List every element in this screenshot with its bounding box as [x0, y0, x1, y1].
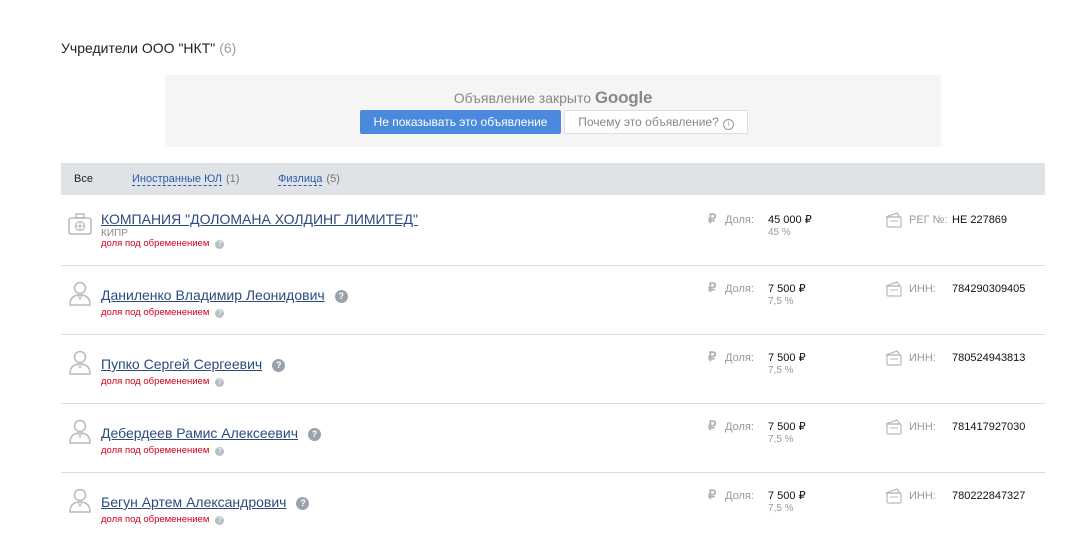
inn-label: ИНН:: [909, 283, 936, 295]
founder-name: Даниленко Владимир Леонидович: [101, 287, 325, 303]
document-icon: [885, 212, 902, 228]
founders-filter-tabs: Все Иностранные ЮЛ (1) Физлица (5): [61, 163, 1045, 195]
tab-individuals-count: (5): [326, 173, 340, 185]
help-icon[interactable]: ?: [215, 516, 225, 525]
tab-foreign-count: (1): [225, 173, 240, 185]
why-this-ad-button[interactable]: Почему это объявление? i: [564, 110, 748, 134]
share-label: Доля:: [725, 214, 754, 226]
tab-individuals-label: Физлица: [278, 173, 323, 186]
document-icon: [885, 281, 902, 297]
help-icon[interactable]: ?: [215, 240, 225, 249]
inn-label: ИНН:: [909, 421, 936, 433]
encumbrance-note: доля под обременением?: [101, 514, 225, 525]
encumbrance-note: доля под обременением?: [101, 307, 225, 318]
tab-foreign-label: Иностранные ЮЛ: [132, 173, 222, 186]
encumbrance-note: доля под обременением?: [101, 445, 225, 456]
inn-label: ИНН:: [909, 490, 936, 502]
founder-row: Бегун Артем Александрович? доля под обре…: [61, 473, 1045, 541]
share-value: 7 500 ₽: [768, 283, 806, 295]
share-value: 45 000 ₽: [768, 214, 812, 226]
share-percent: 7,5 %: [768, 296, 794, 307]
founder-name-link[interactable]: Пупко Сергей Сергеевич?: [101, 356, 286, 372]
help-icon[interactable]: ?: [215, 309, 225, 318]
encumbrance-note: доля под обременением?: [101, 238, 225, 249]
founder-name: Пупко Сергей Сергеевич: [101, 356, 263, 372]
tab-foreign-legal-entities[interactable]: Иностранные ЮЛ (1): [132, 173, 240, 186]
share-percent: 7,5 %: [768, 503, 794, 514]
help-icon[interactable]: ?: [215, 447, 225, 456]
share-label: Доля:: [725, 352, 754, 364]
person-icon: [69, 350, 91, 375]
founder-row: КОМПАНИЯ "ДОЛОМАНА ХОЛДИНГ ЛИМИТЕД" КИПР…: [61, 197, 1045, 266]
document-icon: [885, 419, 902, 435]
founder-name-link[interactable]: Бегун Артем Александрович?: [101, 494, 310, 510]
founder-name-link[interactable]: Даниленко Владимир Леонидович?: [101, 287, 348, 303]
person-icon: [69, 488, 91, 513]
person-icon: [69, 419, 91, 444]
encumbrance-text: доля под обременением: [101, 376, 210, 387]
encumbrance-text: доля под обременением: [101, 514, 210, 525]
tab-all[interactable]: Все: [74, 173, 93, 185]
founders-title: Учредители ООО "НКТ": [61, 40, 216, 56]
share-label: Доля:: [725, 283, 754, 295]
ruble-icon: ₽: [708, 418, 717, 433]
founder-name: Дебердеев Рамис Алексеевич: [101, 425, 298, 441]
share-label: Доля:: [725, 490, 754, 502]
ad-closed-text: Объявление закрыто: [453, 90, 592, 106]
share-label: Доля:: [725, 421, 754, 433]
page-title: Учредители ООО "НКТ" (6): [61, 40, 236, 56]
ruble-icon: ₽: [708, 211, 717, 226]
share-value: 7 500 ₽: [768, 490, 806, 502]
founder-name-link[interactable]: Дебердеев Рамис Алексеевич?: [101, 425, 321, 441]
google-logo: Google: [594, 88, 653, 107]
share-value: 7 500 ₽: [768, 421, 806, 433]
tab-individuals[interactable]: Физлица (5): [278, 173, 340, 186]
encumbrance-text: доля под обременением: [101, 307, 210, 318]
share-percent: 7,5 %: [768, 365, 794, 376]
hide-ad-button[interactable]: Не показывать это объявление: [360, 110, 561, 134]
registration-number: HE 227869: [952, 214, 1008, 226]
ad-closed-banner: Объявление закрыто Google Не показывать …: [165, 75, 941, 147]
share-percent: 7,5 %: [768, 434, 794, 445]
share-value: 7 500 ₽: [768, 352, 806, 364]
info-icon: i: [722, 119, 734, 130]
document-icon: [885, 350, 902, 366]
help-icon[interactable]: ?: [215, 378, 225, 387]
help-icon[interactable]: ?: [307, 428, 321, 441]
inn-number: 780524943813: [952, 352, 1026, 364]
inn-label: ИНН:: [909, 352, 936, 364]
person-icon: [69, 281, 91, 306]
ad-closed-message: Объявление закрыто Google: [165, 88, 941, 108]
share-percent: 45 %: [768, 227, 791, 238]
encumbrance-text: доля под обременением: [101, 238, 210, 249]
founder-row: Дебердеев Рамис Алексеевич? доля под обр…: [61, 404, 1045, 473]
ruble-icon: ₽: [708, 280, 717, 295]
why-this-ad-label: Почему это объявление?: [578, 115, 719, 129]
ruble-icon: ₽: [708, 349, 717, 364]
founders-count: (6): [219, 40, 237, 56]
inn-number: 780222847327: [952, 490, 1026, 502]
founder-name: Бегун Артем Александрович: [101, 494, 287, 510]
encumbrance-text: доля под обременением: [101, 445, 210, 456]
help-icon[interactable]: ?: [272, 359, 286, 372]
building-icon: [68, 213, 92, 235]
help-icon[interactable]: ?: [334, 290, 348, 303]
registration-label: РЕГ №:: [909, 214, 948, 226]
document-icon: [885, 488, 902, 504]
ruble-icon: ₽: [708, 487, 717, 502]
founder-row: Даниленко Владимир Леонидович? доля под …: [61, 266, 1045, 335]
founder-row: Пупко Сергей Сергеевич? доля под обремен…: [61, 335, 1045, 404]
tab-all-label: Все: [74, 173, 93, 185]
inn-number: 781417927030: [952, 421, 1026, 433]
help-icon[interactable]: ?: [296, 497, 310, 510]
inn-number: 784290309405: [952, 283, 1026, 295]
encumbrance-note: доля под обременением?: [101, 376, 225, 387]
founder-name-link[interactable]: КОМПАНИЯ "ДОЛОМАНА ХОЛДИНГ ЛИМИТЕД": [101, 211, 418, 227]
